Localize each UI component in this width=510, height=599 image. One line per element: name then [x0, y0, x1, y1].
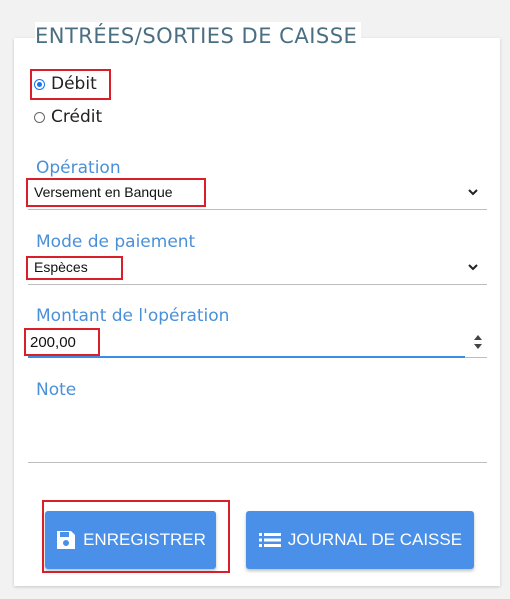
amount-label: Montant de l'opération — [36, 306, 230, 326]
note-textarea[interactable] — [28, 404, 487, 460]
amount-value: 200,00 — [30, 334, 76, 351]
save-button[interactable]: ENREGISTRER — [45, 511, 216, 569]
operation-label: Opération — [36, 158, 121, 178]
radio-credit-indicator[interactable] — [34, 111, 45, 123]
radio-debit-indicator[interactable] — [34, 78, 45, 90]
chevron-down-icon — [468, 189, 478, 196]
chevron-down-icon — [468, 264, 478, 271]
payment-mode-value: Espèces — [34, 259, 88, 275]
journal-button-label: JOURNAL DE CAISSE — [287, 530, 463, 549]
floppy-disk-icon — [57, 531, 76, 549]
operation-select[interactable]: Versement en Banque — [28, 180, 487, 210]
radio-credit[interactable]: Crédit — [34, 107, 102, 127]
number-spinner-icon[interactable] — [471, 332, 485, 352]
list-icon — [258, 533, 281, 547]
note-underline — [28, 462, 487, 463]
note-label: Note — [36, 380, 77, 400]
radio-debit-label: Débit — [51, 74, 97, 94]
payment-mode-select[interactable]: Espèces — [28, 255, 487, 285]
payment-mode-label: Mode de paiement — [36, 232, 196, 252]
journal-button[interactable]: JOURNAL DE CAISSE — [246, 511, 474, 569]
page-title: ENTRÉES/SORTIES DE CAISSE — [35, 22, 362, 50]
radio-debit[interactable]: Débit — [34, 74, 97, 94]
save-button-label: ENREGISTRER — [83, 530, 206, 549]
radio-credit-label: Crédit — [51, 107, 103, 127]
amount-underline — [465, 357, 487, 358]
amount-input[interactable]: 200,00 — [28, 330, 487, 358]
amount-underline-active — [28, 356, 465, 358]
operation-value: Versement en Banque — [34, 184, 173, 200]
